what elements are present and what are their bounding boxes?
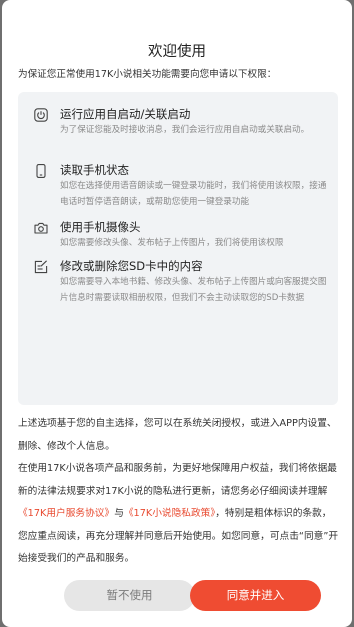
permission-desc: 如您需要导入本地书籍、修改头像、发布帖子上传图片或向客服提交图片信息时需要读取相… <box>60 277 327 303</box>
dialog-intro: 为保证您正常使用17K小说相关功能需要向您申请以下权限： <box>18 69 277 80</box>
power-icon <box>34 108 48 122</box>
privacy-policy-link[interactable]: 《17K小说隐私政策》 <box>124 508 215 519</box>
permission-desc: 如您需要修改头像、发布帖子上传图片，我们将使用该权限 <box>60 238 284 248</box>
dialog-title: 欢迎使用 <box>148 44 206 60</box>
phone-icon <box>36 164 46 178</box>
permission-title: 读取手机状态 <box>60 163 129 177</box>
permission-desc: 为了保证您能及时接收消息，我们会运行应用自启动或关联启动。 <box>60 125 310 135</box>
permission-desc: 如您在选择使用语音朗读或一键登录功能时，我们将使用该权限，接通电话时暂停语音朗读… <box>60 181 327 207</box>
policy-and-text: 与 <box>114 508 124 519</box>
policy-text: 在使用17K小说各项产品和服务前，为更好地保障用户权益，我们将依据最新的法律法规… <box>18 458 340 571</box>
permission-dialog: 欢迎使用 为保证您正常使用17K小说相关功能需要向您申请以下权限： 运行应用自启… <box>2 0 352 627</box>
decline-button[interactable]: 暂不使用 <box>64 580 195 611</box>
permission-title: 运行应用自启动/关联启动 <box>60 107 191 121</box>
policy-text-part1: 在使用17K小说各项产品和服务前，为更好地保障用户权益，我们将依据最新的法律法规… <box>18 463 337 497</box>
service-agreement-link[interactable]: 《17K用户服务协议》 <box>18 508 114 519</box>
permission-list: 运行应用自启动/关联启动 为了保证您能及时接收消息，我们会运行应用自启动或关联启… <box>18 92 338 405</box>
permission-title: 使用手机摄像头 <box>60 220 141 234</box>
permission-title: 修改或删除您SD卡中的内容 <box>60 259 203 273</box>
camera-icon <box>34 222 48 234</box>
agree-button[interactable]: 同意并进入 <box>190 580 321 611</box>
edit-icon <box>34 260 48 274</box>
settings-note: 上述选项基于您的自主选择，您可以在系统关闭授权，或进入APP内设置、删除、修改个… <box>18 418 337 452</box>
